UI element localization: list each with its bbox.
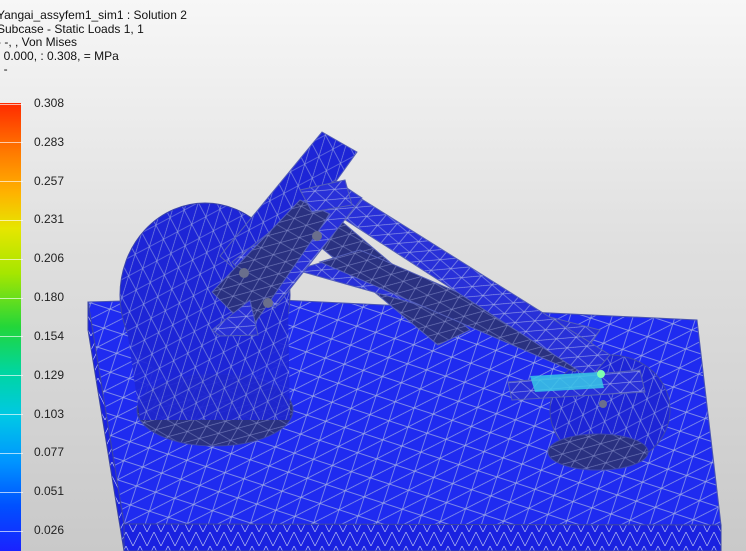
graphics-viewport[interactable]: Yangai_assyfem1_sim1 : Solution 2 Subcas… xyxy=(0,0,746,551)
fem-model[interactable] xyxy=(0,0,746,551)
